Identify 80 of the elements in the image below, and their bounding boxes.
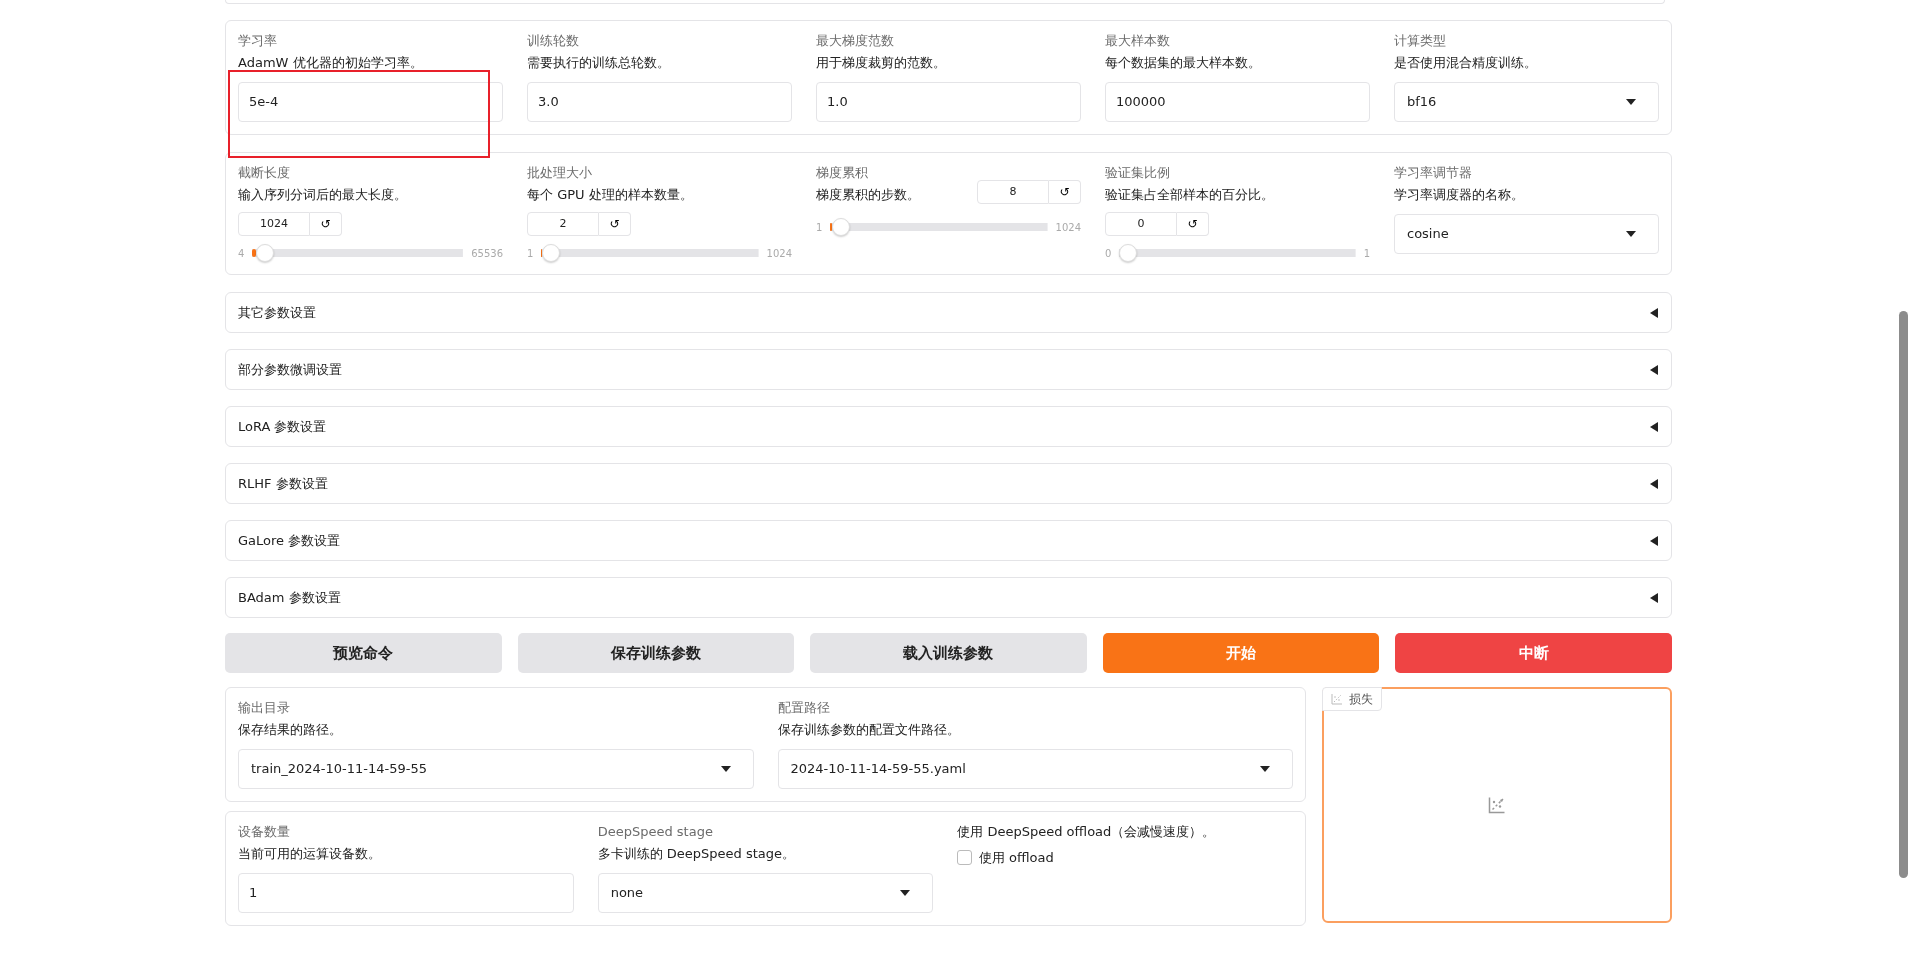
field-label: 学习率: [238, 32, 278, 50]
accordion-header[interactable]: 其它参数设置: [225, 292, 1672, 333]
scatter-chart-icon: [1488, 796, 1506, 814]
field-label: 截断长度: [238, 164, 291, 182]
caret-icon: [720, 766, 731, 772]
input-field[interactable]: 100000: [1105, 82, 1370, 122]
checkbox-label: 使用 offload: [978, 848, 1054, 867]
slider-min: 1: [527, 246, 534, 261]
dropdown[interactable]: bf16: [1394, 82, 1659, 122]
reset-button[interactable]: ↺: [1177, 212, 1209, 236]
slider-max: 1: [1363, 246, 1370, 261]
field-description: 是否使用混合精度训练。: [1394, 54, 1538, 72]
field-label: 批处理大小: [527, 164, 593, 182]
dropdown[interactable]: cosine: [1394, 214, 1659, 254]
slider-max: 65536: [471, 246, 503, 261]
slider-max: 1024: [766, 246, 792, 261]
number-field[interactable]: 1024: [238, 212, 310, 236]
dropdown[interactable]: none: [597, 873, 934, 913]
field-label: 计算类型: [1394, 32, 1447, 50]
field-description: 每个数据集的最大样本数。: [1105, 54, 1262, 72]
field-label: 梯度累积: [816, 164, 869, 182]
slider-thumb[interactable]: [1119, 244, 1138, 262]
input-field[interactable]: 5e-4: [238, 82, 503, 122]
caret-icon: [1626, 99, 1636, 105]
field-label: 训练轮数: [527, 32, 580, 50]
slider-thumb[interactable]: [831, 218, 850, 236]
dropdown[interactable]: 2024-10-11-14-59-55.yaml: [777, 749, 1293, 789]
field-label: 输出目录: [238, 699, 291, 717]
field-label: 配置路径: [777, 699, 831, 717]
slider-min: 1: [816, 220, 823, 235]
field-description: 梯度累积的步数。: [816, 186, 920, 204]
field-description: 当前可用的运算设备数。: [238, 845, 382, 863]
dropdown[interactable]: train_2024-10-11-14-59-55: [238, 749, 754, 789]
input-field[interactable]: 1: [238, 873, 574, 913]
reset-button[interactable]: ↺: [1049, 180, 1081, 204]
field-description: 输入序列分词后的最大长度。: [238, 186, 408, 204]
slider-thumb[interactable]: [541, 244, 560, 262]
action-button[interactable]: 保存训练参数: [517, 633, 795, 673]
reset-button[interactable]: ↺: [310, 212, 342, 236]
field-description: 验证集占全部样本的百分比。: [1105, 186, 1275, 204]
slider-max: 1024: [1055, 220, 1081, 235]
caret-icon: [1260, 766, 1270, 772]
plot-label: 损失: [1349, 691, 1373, 708]
slider-thumb[interactable]: [255, 244, 274, 262]
number-field[interactable]: 2: [527, 212, 599, 236]
accordion-header[interactable]: BAdam 参数设置: [225, 577, 1672, 618]
action-button[interactable]: 中断: [1395, 633, 1672, 673]
field-description: 学习率调度器的名称。: [1394, 186, 1525, 204]
field-label: DeepSpeed stage: [597, 823, 714, 841]
field-description: 多卡训练的 DeepSpeed stage。: [597, 845, 797, 863]
scrollbar-thumb[interactable]: [1899, 311, 1908, 878]
field-label: 学习率调节器: [1394, 164, 1473, 182]
slider-min: 4: [238, 246, 245, 261]
field-label: 最大样本数: [1105, 32, 1171, 50]
input-field[interactable]: 1.0: [816, 82, 1081, 122]
accordion-header[interactable]: 部分参数微调设置: [225, 349, 1672, 390]
field-label: 最大梯度范数: [816, 32, 895, 50]
field-description: 每个 GPU 处理的样本数量。: [527, 186, 694, 204]
field-description: 保存训练参数的配置文件路径。: [777, 721, 961, 739]
input-field[interactable]: 3.0: [527, 82, 792, 122]
number-field[interactable]: 8: [977, 180, 1049, 204]
accordion-header[interactable]: RLHF 参数设置: [225, 463, 1672, 504]
number-field[interactable]: 0: [1105, 212, 1177, 236]
action-button[interactable]: 载入训练参数: [810, 633, 1087, 673]
field-description: 保存结果的路径。: [238, 721, 343, 739]
field-label: 验证集比例: [1105, 164, 1171, 182]
field-description: 使用 DeepSpeed offload（会减慢速度）。: [957, 823, 1217, 841]
field-description: AdamW 优化器的初始学习率。: [238, 54, 424, 72]
field-label: 设备数量: [238, 823, 291, 841]
caret-icon: [900, 890, 911, 896]
action-button[interactable]: 预览命令: [225, 633, 502, 673]
checkbox[interactable]: [957, 849, 973, 865]
field-description: 需要执行的训练总轮数。: [527, 54, 671, 72]
accordion-header[interactable]: GaLore 参数设置: [225, 520, 1672, 561]
accordion-header[interactable]: LoRA 参数设置: [225, 406, 1672, 447]
slider-min: 0: [1105, 246, 1112, 261]
scatter-chart-icon: [1331, 693, 1343, 705]
caret-icon: [1626, 231, 1636, 237]
field-description: 用于梯度裁剪的范数。: [816, 54, 947, 72]
reset-button[interactable]: ↺: [599, 212, 631, 236]
